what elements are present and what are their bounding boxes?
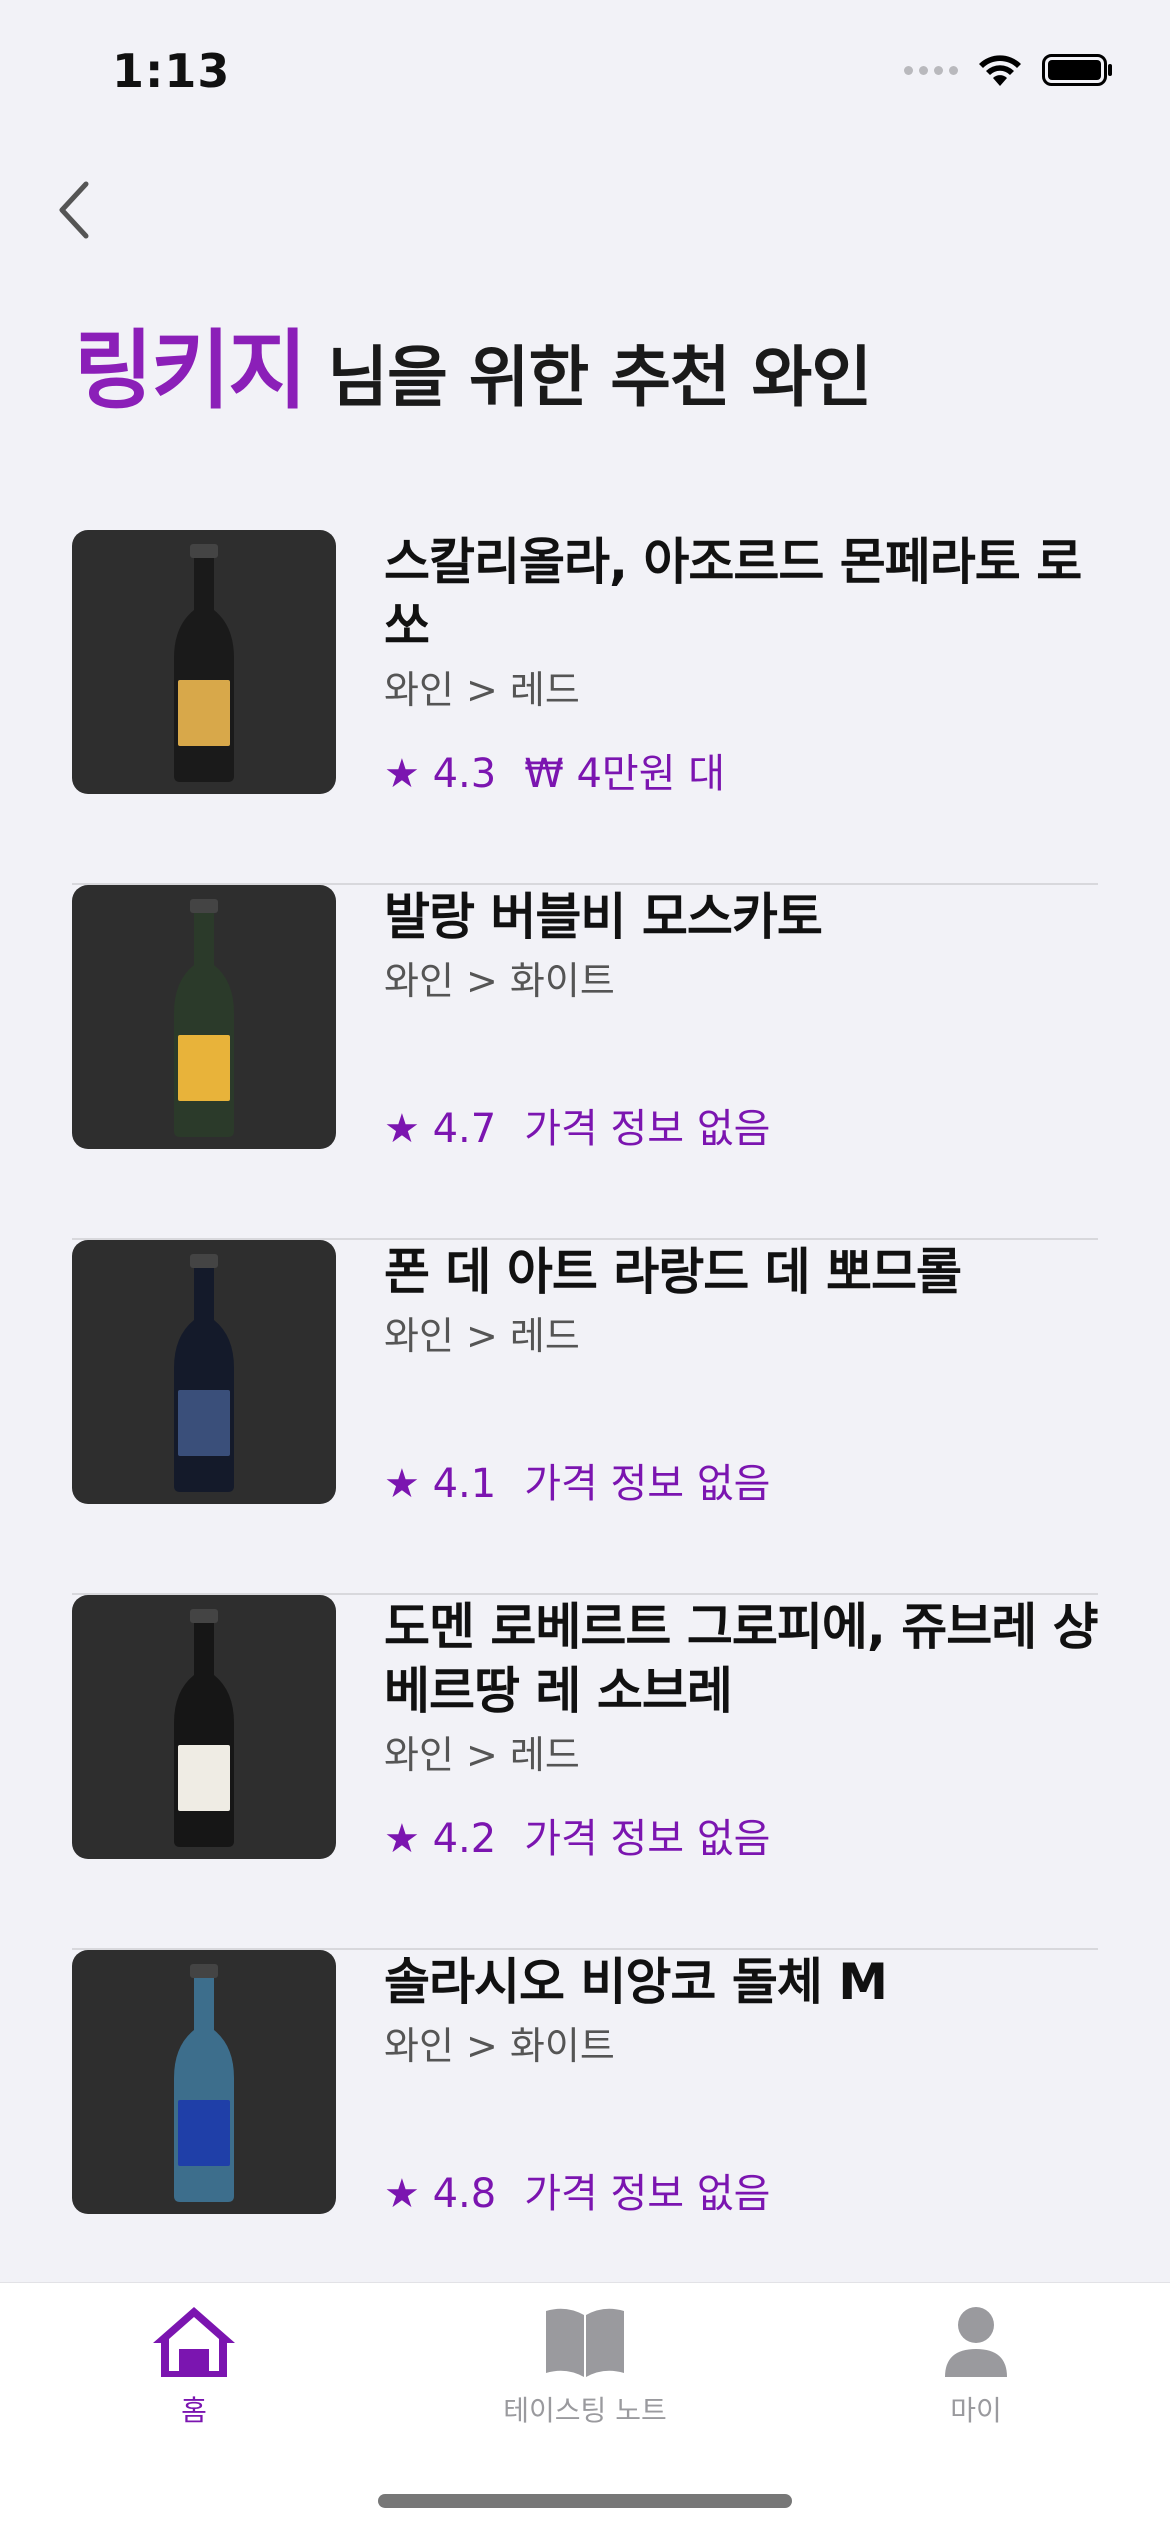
wine-price: 가격 정보 없음 bbox=[524, 1816, 771, 1862]
user-name: 링키지 bbox=[74, 321, 307, 421]
wine-thumbnail bbox=[72, 885, 336, 1149]
book-icon bbox=[546, 2308, 624, 2377]
wine-info: 스칼리올라, 아조르드 몬페라토 로쏘 와인 > 레드 ★ 4.3 ₩ 4만원 대 bbox=[384, 530, 1098, 797]
wine-list: 스칼리올라, 아조르드 몬페라토 로쏘 와인 > 레드 ★ 4.3 ₩ 4만원 대… bbox=[72, 530, 1099, 2305]
wine-list-item[interactable]: 도멘 로베르트 그로피에, 쥬브레 샹베르땅 레 소브레 와인 > 레드 ★ 4… bbox=[72, 1595, 1099, 1950]
cellular-signal-icon bbox=[904, 65, 958, 75]
chevron-left-icon bbox=[59, 181, 89, 239]
wine-meta: ★ 4.1 가격 정보 없음 bbox=[384, 1458, 770, 1510]
wine-thumbnail bbox=[72, 1950, 336, 2214]
wine-thumbnail bbox=[72, 1595, 336, 1859]
wine-info: 도멘 로베르트 그로피에, 쥬브레 샹베르땅 레 소브레 와인 > 레드 ★ 4… bbox=[384, 1595, 1099, 1862]
wifi-icon bbox=[979, 55, 1021, 86]
tab-home[interactable]: 홈 bbox=[44, 2303, 344, 2429]
wine-price: ₩ 4만원 대 bbox=[524, 751, 726, 797]
status-icons bbox=[904, 50, 1114, 90]
wine-name: 솔라시오 비앙코 돌체 M bbox=[384, 1953, 888, 2011]
wine-thumbnail bbox=[72, 1240, 336, 1504]
page-title: 링키지 님을 위한 추천 와인 bbox=[74, 300, 872, 425]
wine-list-item[interactable]: 발랑 버블비 모스카토 와인 > 화이트 ★ 4.7 가격 정보 없음 bbox=[72, 885, 1098, 1240]
tab-home-label: 홈 bbox=[181, 2394, 207, 2427]
wine-meta: ★ 4.7 가격 정보 없음 bbox=[384, 1103, 770, 1155]
wine-info: 폰 데 아트 라랑드 데 뽀므롤 와인 > 레드 ★ 4.1 가격 정보 없음 bbox=[384, 1240, 1098, 1507]
wine-meta: ★ 4.2 가격 정보 없음 bbox=[384, 1813, 770, 1865]
title-text: 님을 위한 추천 와인 bbox=[305, 339, 872, 416]
tab-my[interactable]: 마이 bbox=[826, 2303, 1126, 2429]
wine-category: 와인 > 화이트 bbox=[384, 959, 615, 1003]
wine-list-item[interactable]: 폰 데 아트 라랑드 데 뽀므롤 와인 > 레드 ★ 4.1 가격 정보 없음 bbox=[72, 1240, 1098, 1595]
wine-info: 솔라시오 비앙코 돌체 M 와인 > 화이트 ★ 4.8 가격 정보 없음 bbox=[384, 1950, 1098, 2217]
wine-info: 발랑 버블비 모스카토 와인 > 화이트 ★ 4.7 가격 정보 없음 bbox=[384, 885, 1098, 1152]
wine-category: 와인 > 화이트 bbox=[384, 2024, 615, 2068]
wine-rating: ★ 4.1 bbox=[384, 1461, 497, 1507]
wine-thumbnail bbox=[72, 530, 336, 794]
wine-rating: ★ 4.2 bbox=[384, 1816, 497, 1862]
wine-list-item[interactable]: 솔라시오 비앙코 돌체 M 와인 > 화이트 ★ 4.8 가격 정보 없음 bbox=[72, 1950, 1098, 2305]
status-time: 1:13 bbox=[112, 44, 231, 98]
wine-price: 가격 정보 없음 bbox=[524, 1106, 771, 1152]
wine-rating: ★ 4.3 bbox=[384, 751, 497, 797]
tab-tasting-note-label: 테이스팅 노트 bbox=[503, 2394, 667, 2427]
wine-rating: ★ 4.7 bbox=[384, 1106, 497, 1152]
wine-meta: ★ 4.8 가격 정보 없음 bbox=[384, 2168, 770, 2220]
wine-name: 스칼리올라, 아조르드 몬페라토 로쏘 bbox=[384, 533, 1082, 655]
person-icon bbox=[945, 2307, 1007, 2377]
wine-meta: ★ 4.3 ₩ 4만원 대 bbox=[384, 748, 725, 800]
wine-rating: ★ 4.8 bbox=[384, 2171, 497, 2217]
wine-bottle-icon bbox=[174, 1254, 234, 1492]
home-indicator bbox=[378, 2494, 792, 2508]
wine-bottle-icon bbox=[174, 544, 234, 782]
wine-name: 발랑 버블비 모스카토 bbox=[384, 888, 823, 946]
wine-category: 와인 > 레드 bbox=[384, 1314, 580, 1358]
back-button[interactable] bbox=[44, 170, 104, 250]
tab-tasting-note[interactable]: 테이스팅 노트 bbox=[435, 2303, 735, 2429]
wine-category: 와인 > 레드 bbox=[384, 1733, 580, 1777]
wine-bottle-icon bbox=[174, 899, 234, 1137]
wine-bottle-icon bbox=[174, 1609, 234, 1847]
status-bar: 1:13 bbox=[0, 0, 1170, 140]
wine-list-item[interactable]: 스칼리올라, 아조르드 몬페라토 로쏘 와인 > 레드 ★ 4.3 ₩ 4만원 대 bbox=[72, 530, 1098, 885]
wine-bottle-icon bbox=[174, 1964, 234, 2202]
tab-my-label: 마이 bbox=[950, 2394, 1002, 2427]
wine-price: 가격 정보 없음 bbox=[524, 1461, 771, 1507]
home-icon bbox=[153, 2307, 235, 2377]
battery-icon bbox=[1042, 54, 1112, 86]
wine-price: 가격 정보 없음 bbox=[524, 2171, 771, 2217]
wine-category: 와인 > 레드 bbox=[384, 668, 580, 712]
wine-name: 도멘 로베르트 그로피에, 쥬브레 샹베르땅 레 소브레 bbox=[384, 1598, 1099, 1720]
wine-name: 폰 데 아트 라랑드 데 뽀므롤 bbox=[384, 1243, 962, 1301]
screen: 1:13 링키지 님을 위한 추천 와인 스칼리올라, 아조르드 몬페라토 로쏘… bbox=[0, 0, 1170, 2532]
